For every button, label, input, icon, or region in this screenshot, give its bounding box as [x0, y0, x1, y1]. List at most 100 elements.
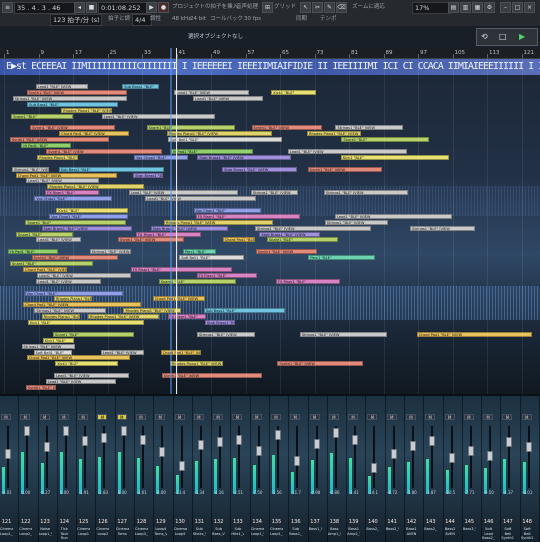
audio-clip[interactable]: Rhodes Piano1 "BLE" JVIEW — [164, 219, 274, 225]
gain-readout[interactable]: -2.83 — [96, 490, 109, 495]
pencil-icon[interactable]: ✎ — [324, 2, 335, 13]
channel-name[interactable]: Cinema Loop3_VEP — [135, 527, 148, 536]
audio-clip[interactable]: Lead1 "BLE" JVIEW — [101, 113, 216, 119]
ruler-bar-number[interactable]: 105 — [455, 48, 466, 58]
audio-clip[interactable]: Sub Bass1 "BLE" — [122, 84, 160, 89]
channel-name[interactable]: Cinema Loop1_VEP — [270, 527, 283, 536]
volume-fader[interactable] — [352, 434, 359, 445]
cursor-icon[interactable]: ↖ — [300, 2, 311, 13]
mute-button[interactable]: M — [232, 414, 243, 420]
audio-clip[interactable]: Strings1 "BLE" JVIEW — [324, 219, 388, 225]
volume-fader[interactable] — [429, 436, 436, 447]
audio-clip[interactable]: Lead1 "BLE" JVIEW — [26, 178, 100, 184]
channel-name[interactable]: Bass2_VEP — [424, 527, 437, 532]
channel-name[interactable]: Sub Bass_VEP — [212, 527, 225, 536]
gain-readout[interactable]: -3.51 — [231, 490, 244, 495]
channel-name[interactable]: Cinema Loop5 — [174, 527, 187, 536]
mute-button[interactable]: M — [483, 414, 494, 420]
mute-button[interactable]: M — [97, 414, 108, 420]
gain-readout[interactable]: -14.1 — [366, 490, 379, 495]
channel-name[interactable]: Soft Bell Synth1_VEP — [501, 527, 514, 541]
channel-name[interactable]: Sub Sticks_VEP — [193, 527, 206, 536]
ruler-bar-number[interactable]: 1 — [6, 48, 10, 58]
audio-clip[interactable]: Stab Brass1 "BLE" JVIEW — [41, 225, 133, 231]
volume-fader[interactable] — [82, 436, 89, 447]
mute-button[interactable]: M — [367, 414, 378, 420]
audio-clip[interactable]: Synth1 "BLE" JVIEW — [25, 384, 56, 390]
ruler-bar-number[interactable]: 89 — [386, 48, 393, 58]
mute-button[interactable]: M — [58, 414, 69, 420]
signature-field[interactable]: 4/4 — [132, 14, 152, 26]
audio-clip[interactable]: Snare1 "BLE" — [341, 137, 430, 143]
channel-name[interactable]: Cinema Loop1_VEP — [0, 527, 13, 536]
volume-fader[interactable] — [506, 437, 513, 448]
gain-readout[interactable]: -6.27 — [39, 490, 52, 495]
settings-icon[interactable]: ⚙ — [484, 2, 495, 13]
volume-fader[interactable] — [467, 446, 474, 457]
ruler-bar-number[interactable]: 33 — [144, 48, 151, 58]
gain-readout[interactable]: -13.4 — [174, 490, 187, 495]
volume-fader[interactable] — [197, 439, 204, 450]
channel-name[interactable]: Bass3_VEP — [463, 527, 476, 532]
audio-clip[interactable]: Snare1 "BLE" — [11, 113, 73, 119]
volume-fader[interactable] — [487, 450, 494, 461]
audio-clip[interactable]: Rhodes Piano1 "BLE" JVIEW — [61, 107, 113, 113]
marker-labels[interactable]: E▶st ECEEEAI IIMIIIIIIIIIICIIIIIII I IEE… — [6, 61, 540, 72]
gain-readout[interactable]: -3.41 — [347, 490, 360, 495]
view-mixer-icon[interactable]: ▥ — [460, 2, 471, 13]
ruler-bar-number[interactable]: 97 — [420, 48, 427, 58]
ruler-bar-number[interactable]: 57 — [248, 48, 255, 58]
audio-clip[interactable]: FX Riser1 "BLE" — [167, 314, 207, 320]
channel-name[interactable]: Tick Tack Run — [58, 527, 71, 541]
audio-menu-label[interactable]: 音声処理 — [236, 1, 258, 13]
audio-clip[interactable]: FX Riser1 "BLE" — [275, 278, 341, 284]
channel-name[interactable]: Cinema Loop2 — [96, 527, 109, 536]
gain-readout[interactable]: 0.00 — [58, 490, 71, 495]
audio-clip[interactable]: Sub Bass1 "BLE" — [203, 308, 286, 314]
mute-button[interactable]: M — [78, 414, 89, 420]
channel-name[interactable]: Bass1_VEP — [309, 527, 322, 532]
audio-clip[interactable]: Stab Brass1 "BLE" JVIEW — [204, 320, 236, 325]
channel-name[interactable]: Cinema Loop2_VEP — [19, 527, 32, 536]
mute-button[interactable]: M — [521, 414, 532, 420]
audio-clip[interactable]: Vox Chop1 "BLE" — [193, 207, 262, 213]
channel-name[interactable]: Bass2 AVEN — [444, 527, 457, 536]
audio-clip[interactable]: Synth1 "BLE" JVIEW — [31, 255, 119, 261]
volume-fader[interactable] — [390, 448, 397, 459]
mute-button[interactable]: M — [444, 414, 455, 420]
audio-clip[interactable]: Strings1 "BLE" JVIEW — [335, 125, 403, 131]
mute-button[interactable]: M — [348, 414, 359, 420]
audio-clip[interactable]: FX Riser1 "BLE" — [196, 272, 257, 278]
play-icon[interactable]: ▶ — [146, 2, 157, 13]
channel-name[interactable]: Cinema Loop1_VEP — [251, 527, 264, 536]
audio-clip[interactable]: Snare1 "BLE" — [266, 237, 338, 243]
mute-button[interactable]: M — [155, 414, 166, 420]
mute-button[interactable]: M — [328, 414, 339, 420]
channel-name[interactable]: Noise Loop1_VEP — [39, 527, 52, 536]
volume-fader[interactable] — [62, 426, 69, 436]
ruler-bar-number[interactable]: 49 — [213, 48, 220, 58]
ruler-bar-number[interactable]: 113 — [489, 48, 500, 58]
audio-clip[interactable]: Strings1 "BLE" JVIEW — [323, 190, 408, 196]
audio-clip[interactable]: Strings1 "BLE" JVIEW — [34, 308, 107, 314]
ruler-bar-number[interactable]: 9 — [41, 48, 45, 58]
volume-fader[interactable] — [371, 462, 378, 473]
volume-fader[interactable] — [236, 435, 243, 446]
audio-clip[interactable]: Chord Pad1 "BLE" JVIEW — [59, 131, 129, 137]
gain-readout[interactable]: -6.01 — [521, 490, 534, 495]
ruler-bar-number[interactable]: 121 — [524, 48, 535, 58]
channel-name[interactable]: Soft Bell Synth2 — [521, 527, 534, 541]
audio-clip[interactable]: Lead1 "BLE" JVIEW — [36, 278, 102, 284]
volume-fader[interactable] — [448, 453, 455, 464]
audio-clip[interactable]: Vox Chop1 "BLE" — [49, 213, 129, 219]
audio-clip[interactable]: Chord Pad1 "BLE" JVIEW — [23, 266, 68, 272]
audio-clip[interactable]: Chord Pad1 "BLE" JVIEW — [23, 302, 142, 308]
volume-fader[interactable] — [140, 435, 146, 446]
audio-clip[interactable]: Synth1 "BLE" JVIEW — [307, 166, 382, 172]
gain-readout[interactable]: -8.00 — [154, 490, 167, 495]
mute-button[interactable]: M — [502, 414, 513, 420]
audio-clip[interactable]: Chord Pad1 "BLE" JVIEW — [416, 331, 533, 337]
audio-clip[interactable]: Lead1 "BLE" JVIEW — [145, 196, 257, 202]
audio-clip[interactable]: Strings1 "BLE" JVIEW — [89, 249, 132, 255]
gain-readout[interactable]: -9.01 — [0, 490, 13, 495]
